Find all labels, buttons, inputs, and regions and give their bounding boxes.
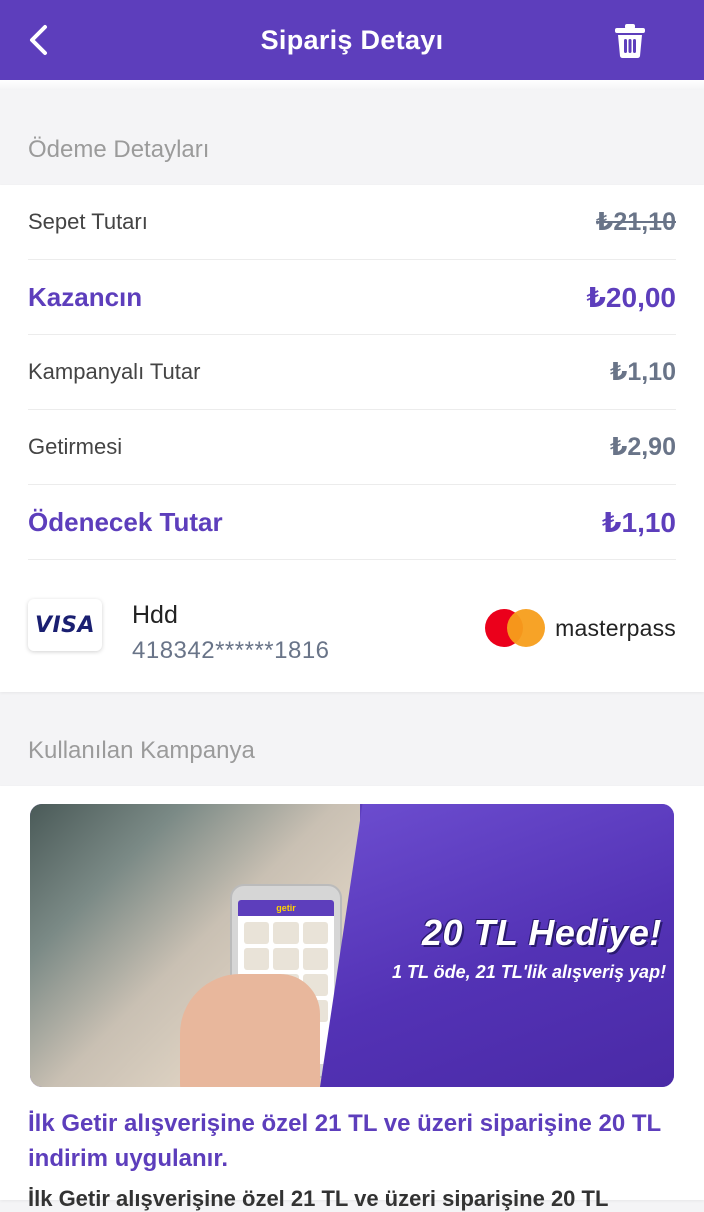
top-bar: Sipariş Detayı xyxy=(0,0,704,80)
back-button[interactable] xyxy=(18,20,58,60)
delivery-fee-label: Getirmesi xyxy=(28,434,123,459)
campaign-amount-label: Kampanyalı Tutar xyxy=(28,359,201,384)
delete-button[interactable] xyxy=(610,20,650,62)
payment-details-card: Sepet Tutarı ₺21,10 Kazancın ₺20,00 Kamp… xyxy=(0,185,704,692)
campaign-amount-row: Kampanyalı Tutar ₺1,10 xyxy=(28,335,676,410)
chevron-left-icon xyxy=(30,25,47,55)
savings-label: Kazancın xyxy=(28,281,143,312)
savings-row: Kazancın ₺20,00 xyxy=(28,260,676,335)
savings-value: ₺20,00 xyxy=(586,281,676,313)
delivery-fee-row: Getirmesi ₺2,90 xyxy=(28,410,676,485)
hand-illustration xyxy=(180,974,320,1087)
card-name: Hdd xyxy=(132,601,178,629)
page-title: Sipariş Detayı xyxy=(260,24,444,55)
amount-due-label: Ödenecek Tutar xyxy=(28,506,223,537)
amount-due-row: Ödenecek Tutar ₺1,10 xyxy=(28,485,676,560)
delivery-fee-value: ₺2,90 xyxy=(609,433,676,461)
payment-method-row[interactable]: VISA Hdd 418342******1816 masterpass xyxy=(28,565,676,689)
masterpass-logo: masterpass xyxy=(485,609,676,647)
campaign-section-header: Kullanılan Kampanya xyxy=(0,708,704,794)
phone-app-name: getir xyxy=(238,900,334,916)
banner-subline: 1 TL öde, 21 TL'lik alışveriş yap! xyxy=(392,962,667,982)
masterpass-label: masterpass xyxy=(555,614,676,641)
header-shadow xyxy=(0,80,704,90)
visa-logo: VISA xyxy=(28,599,102,651)
card-brand: VISA xyxy=(34,612,96,638)
mastercard-circles-icon xyxy=(485,609,546,647)
amount-due-value: ₺1,10 xyxy=(602,506,676,538)
campaign-banner[interactable]: getir 20 TL Hediye! 1 TL öde, 21 TL'lik … xyxy=(30,804,674,1087)
basket-total-value: ₺21,10 xyxy=(596,208,676,236)
campaign-description-cut: İlk Getir alışverişine özel 21 TL ve üze… xyxy=(28,1186,609,1211)
payment-section-header: Ödeme Detayları xyxy=(0,107,704,193)
banner-headline: 20 TL Hediye! xyxy=(422,912,662,953)
campaign-description: İlk Getir alışverişine özel 21 TL ve üze… xyxy=(28,1110,661,1172)
card-number: 418342******1816 xyxy=(132,637,330,664)
campaign-section-title: Kullanılan Kampanya xyxy=(28,737,255,764)
basket-total-row: Sepet Tutarı ₺21,10 xyxy=(28,185,676,260)
trash-icon xyxy=(615,24,645,58)
basket-total-label: Sepet Tutarı xyxy=(28,209,148,234)
payment-section-title: Ödeme Detayları xyxy=(28,136,210,163)
campaign-amount-value: ₺1,10 xyxy=(609,358,676,386)
